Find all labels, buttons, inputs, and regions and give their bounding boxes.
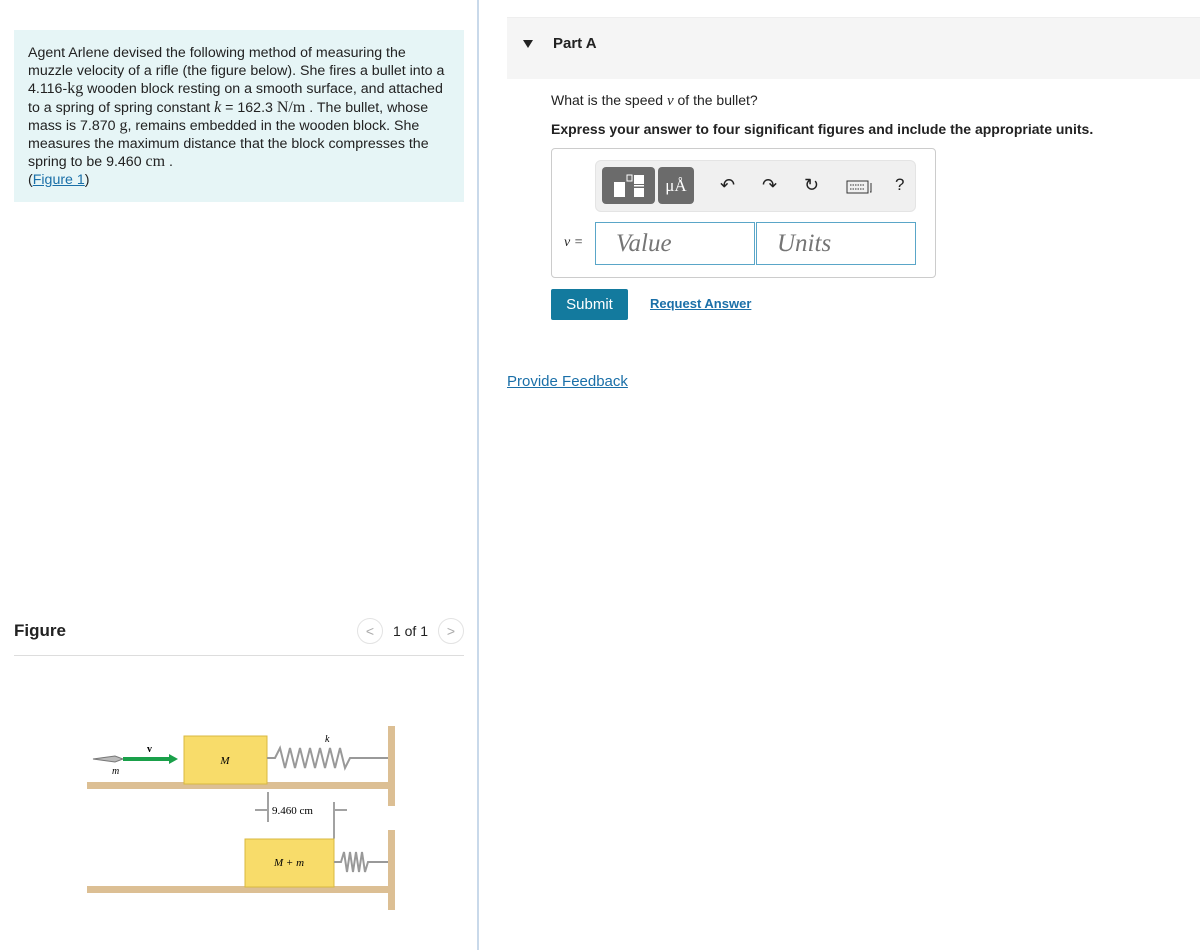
- figure-header: Figure < 1 of 1 >: [14, 618, 464, 656]
- label-v: v: [147, 744, 152, 755]
- figure-link[interactable]: Figure 1: [33, 172, 85, 188]
- redo-icon[interactable]: ↷: [762, 175, 777, 196]
- figure-pager: < 1 of 1 >: [356, 618, 464, 644]
- problem-statement: Agent Arlene devised the following metho…: [14, 30, 464, 202]
- left-panel: Agent Arlene devised the following metho…: [0, 0, 477, 950]
- keyboard-icon[interactable]: [846, 178, 874, 199]
- answer-box: μÅ ↶ ↷ ↻ ? v =: [551, 148, 936, 278]
- text: Agent Arlene devised the following metho…: [28, 45, 445, 80]
- collapse-triangle-icon[interactable]: [523, 40, 533, 48]
- part-title: Part A: [553, 35, 597, 52]
- question: What is the speed v of the bullet?: [551, 92, 758, 110]
- floor-bottom: [87, 886, 390, 893]
- bullet: [92, 755, 125, 763]
- label-m: m: [112, 766, 119, 777]
- units-icon[interactable]: μÅ: [658, 167, 694, 204]
- unit: kg: [67, 80, 84, 98]
- label-distance: 9.460 cm: [272, 805, 313, 817]
- unit: cm: [145, 153, 166, 171]
- prev-figure-button[interactable]: <: [356, 618, 383, 644]
- undo-icon[interactable]: ↶: [720, 175, 735, 196]
- unit: N/m: [276, 98, 306, 116]
- figure-title: Figure: [14, 621, 66, 640]
- templates-icon[interactable]: [602, 167, 655, 204]
- provide-feedback-link[interactable]: Provide Feedback: [507, 373, 628, 390]
- text: 4.116-: [28, 81, 68, 98]
- right-panel: Part A What is the speed v of the bullet…: [479, 0, 1200, 950]
- text: .: [165, 154, 173, 171]
- part-a-header[interactable]: Part A: [507, 17, 1200, 79]
- figure-diagram: M k v m 9.460 cm M + m: [87, 726, 395, 910]
- value-input[interactable]: [595, 222, 755, 265]
- text: of the bullet?: [673, 92, 758, 108]
- reset-icon[interactable]: ↻: [804, 175, 819, 196]
- page-indicator: 1 of 1: [392, 623, 428, 639]
- instructions: Express your answer to four significant …: [551, 121, 1094, 137]
- next-figure-button[interactable]: >: [438, 618, 464, 644]
- math-toolbar: μÅ ↶ ↷ ↻ ?: [595, 160, 916, 212]
- label-M-plus-m: M + m: [273, 857, 304, 869]
- submit-button[interactable]: Submit: [551, 289, 628, 320]
- var: v: [666, 93, 674, 109]
- request-answer-link[interactable]: Request Answer: [650, 296, 751, 311]
- spring-bottom: [334, 851, 388, 873]
- label-k: k: [325, 734, 330, 745]
- spring-top: [267, 745, 388, 771]
- text: = 162.3: [221, 99, 277, 116]
- units-input[interactable]: [756, 222, 916, 265]
- help-icon[interactable]: ?: [895, 175, 904, 195]
- variable-label: v =: [564, 235, 584, 250]
- wall-bottom: [388, 830, 395, 910]
- wall-top: [388, 726, 395, 806]
- text: What is the speed: [551, 92, 667, 108]
- label-M: M: [219, 755, 230, 767]
